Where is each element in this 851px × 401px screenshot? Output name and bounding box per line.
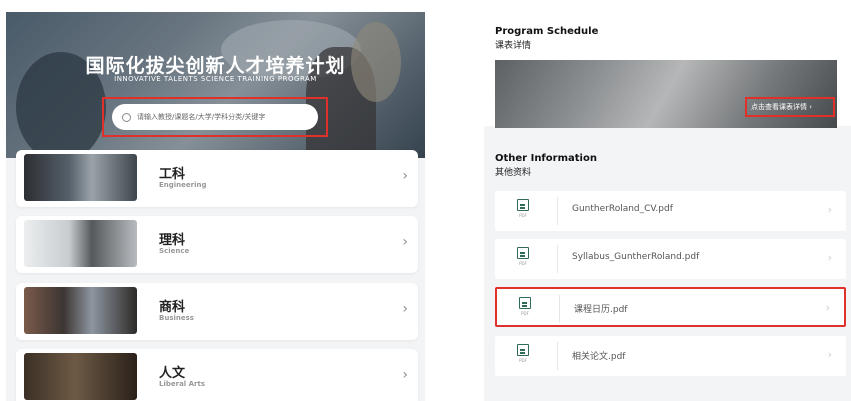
chevron-right-icon: ›: [402, 168, 408, 184]
category-thumbnail: [24, 353, 137, 400]
category-thumbnail: [24, 220, 137, 267]
chevron-right-icon: ›: [827, 348, 832, 361]
chevron-right-icon: ›: [825, 301, 830, 314]
category-thumbnail: [24, 287, 137, 334]
screen: 国际化拔尖创新人才培养计划 INNOVATIVE TALENTS SCIENCE…: [0, 0, 851, 401]
hero-title: 国际化拔尖创新人才培养计划: [85, 55, 346, 77]
chevron-right-icon: ›: [827, 203, 832, 216]
view-schedule-link[interactable]: 点击查看课表详情 ›: [751, 102, 812, 112]
schedule-banner[interactable]: 点击查看课表详情 ›: [495, 60, 837, 128]
category-item-liberal-arts[interactable]: 人文 Liberal Arts ›: [16, 349, 418, 401]
program-detail-screen: Program Schedule 课表详情 点击查看课表详情 › Other I…: [484, 12, 851, 401]
search-input[interactable]: [137, 113, 307, 121]
file-item-highlighted[interactable]: PDF 课程日历.pdf ›: [495, 287, 846, 327]
category-item-science[interactable]: 理科 Science ›: [16, 216, 418, 273]
file-name: 课程日历.pdf: [574, 305, 628, 315]
other-info-subtitle: 其他资料: [495, 168, 532, 178]
chevron-right-icon: ›: [402, 301, 408, 317]
category-name: 工科: [159, 167, 186, 182]
pdf-file-icon: PDF: [517, 297, 533, 316]
pdf-file-icon: PDF: [515, 247, 531, 266]
category-item-engineering[interactable]: 工科 Engineering ›: [16, 150, 418, 207]
category-name: 人文: [159, 366, 186, 381]
search-icon: [122, 112, 131, 122]
file-name: 相关论文.pdf: [572, 352, 626, 362]
category-name: 商科: [159, 300, 186, 315]
file-name: GuntherRoland_CV.pdf: [572, 204, 673, 214]
category-english-name: Science: [159, 247, 190, 255]
chevron-right-icon: ›: [402, 234, 408, 250]
chevron-right-icon: ›: [827, 251, 832, 264]
file-item[interactable]: PDF 相关论文.pdf ›: [495, 336, 846, 376]
category-item-business[interactable]: 商科 Business ›: [16, 283, 418, 340]
category-english-name: Liberal Arts: [159, 380, 206, 388]
file-name: Syllabus_GuntherRoland.pdf: [572, 252, 700, 262]
other-info-title: Other Information: [495, 153, 597, 164]
schedule-title: Program Schedule: [495, 26, 599, 37]
category-english-name: Business: [159, 314, 194, 322]
pdf-file-icon: PDF: [515, 344, 531, 363]
category-name: 理科: [159, 233, 186, 248]
chevron-right-icon: ›: [402, 367, 408, 383]
schedule-subtitle: 课表详情: [495, 41, 532, 51]
file-item[interactable]: PDF GuntherRoland_CV.pdf ›: [495, 191, 846, 231]
category-thumbnail: [24, 154, 137, 201]
category-screen: 国际化拔尖创新人才培养计划 INNOVATIVE TALENTS SCIENCE…: [6, 12, 425, 401]
pdf-file-icon: PDF: [515, 199, 531, 218]
category-english-name: Engineering: [159, 181, 207, 189]
hero-banner: 国际化拔尖创新人才培养计划 INNOVATIVE TALENTS SCIENCE…: [6, 12, 425, 158]
search-bar[interactable]: [112, 104, 318, 130]
hero-subtitle: INNOVATIVE TALENTS SCIENCE TRAINING PROG…: [114, 75, 317, 83]
file-item[interactable]: PDF Syllabus_GuntherRoland.pdf ›: [495, 239, 846, 279]
